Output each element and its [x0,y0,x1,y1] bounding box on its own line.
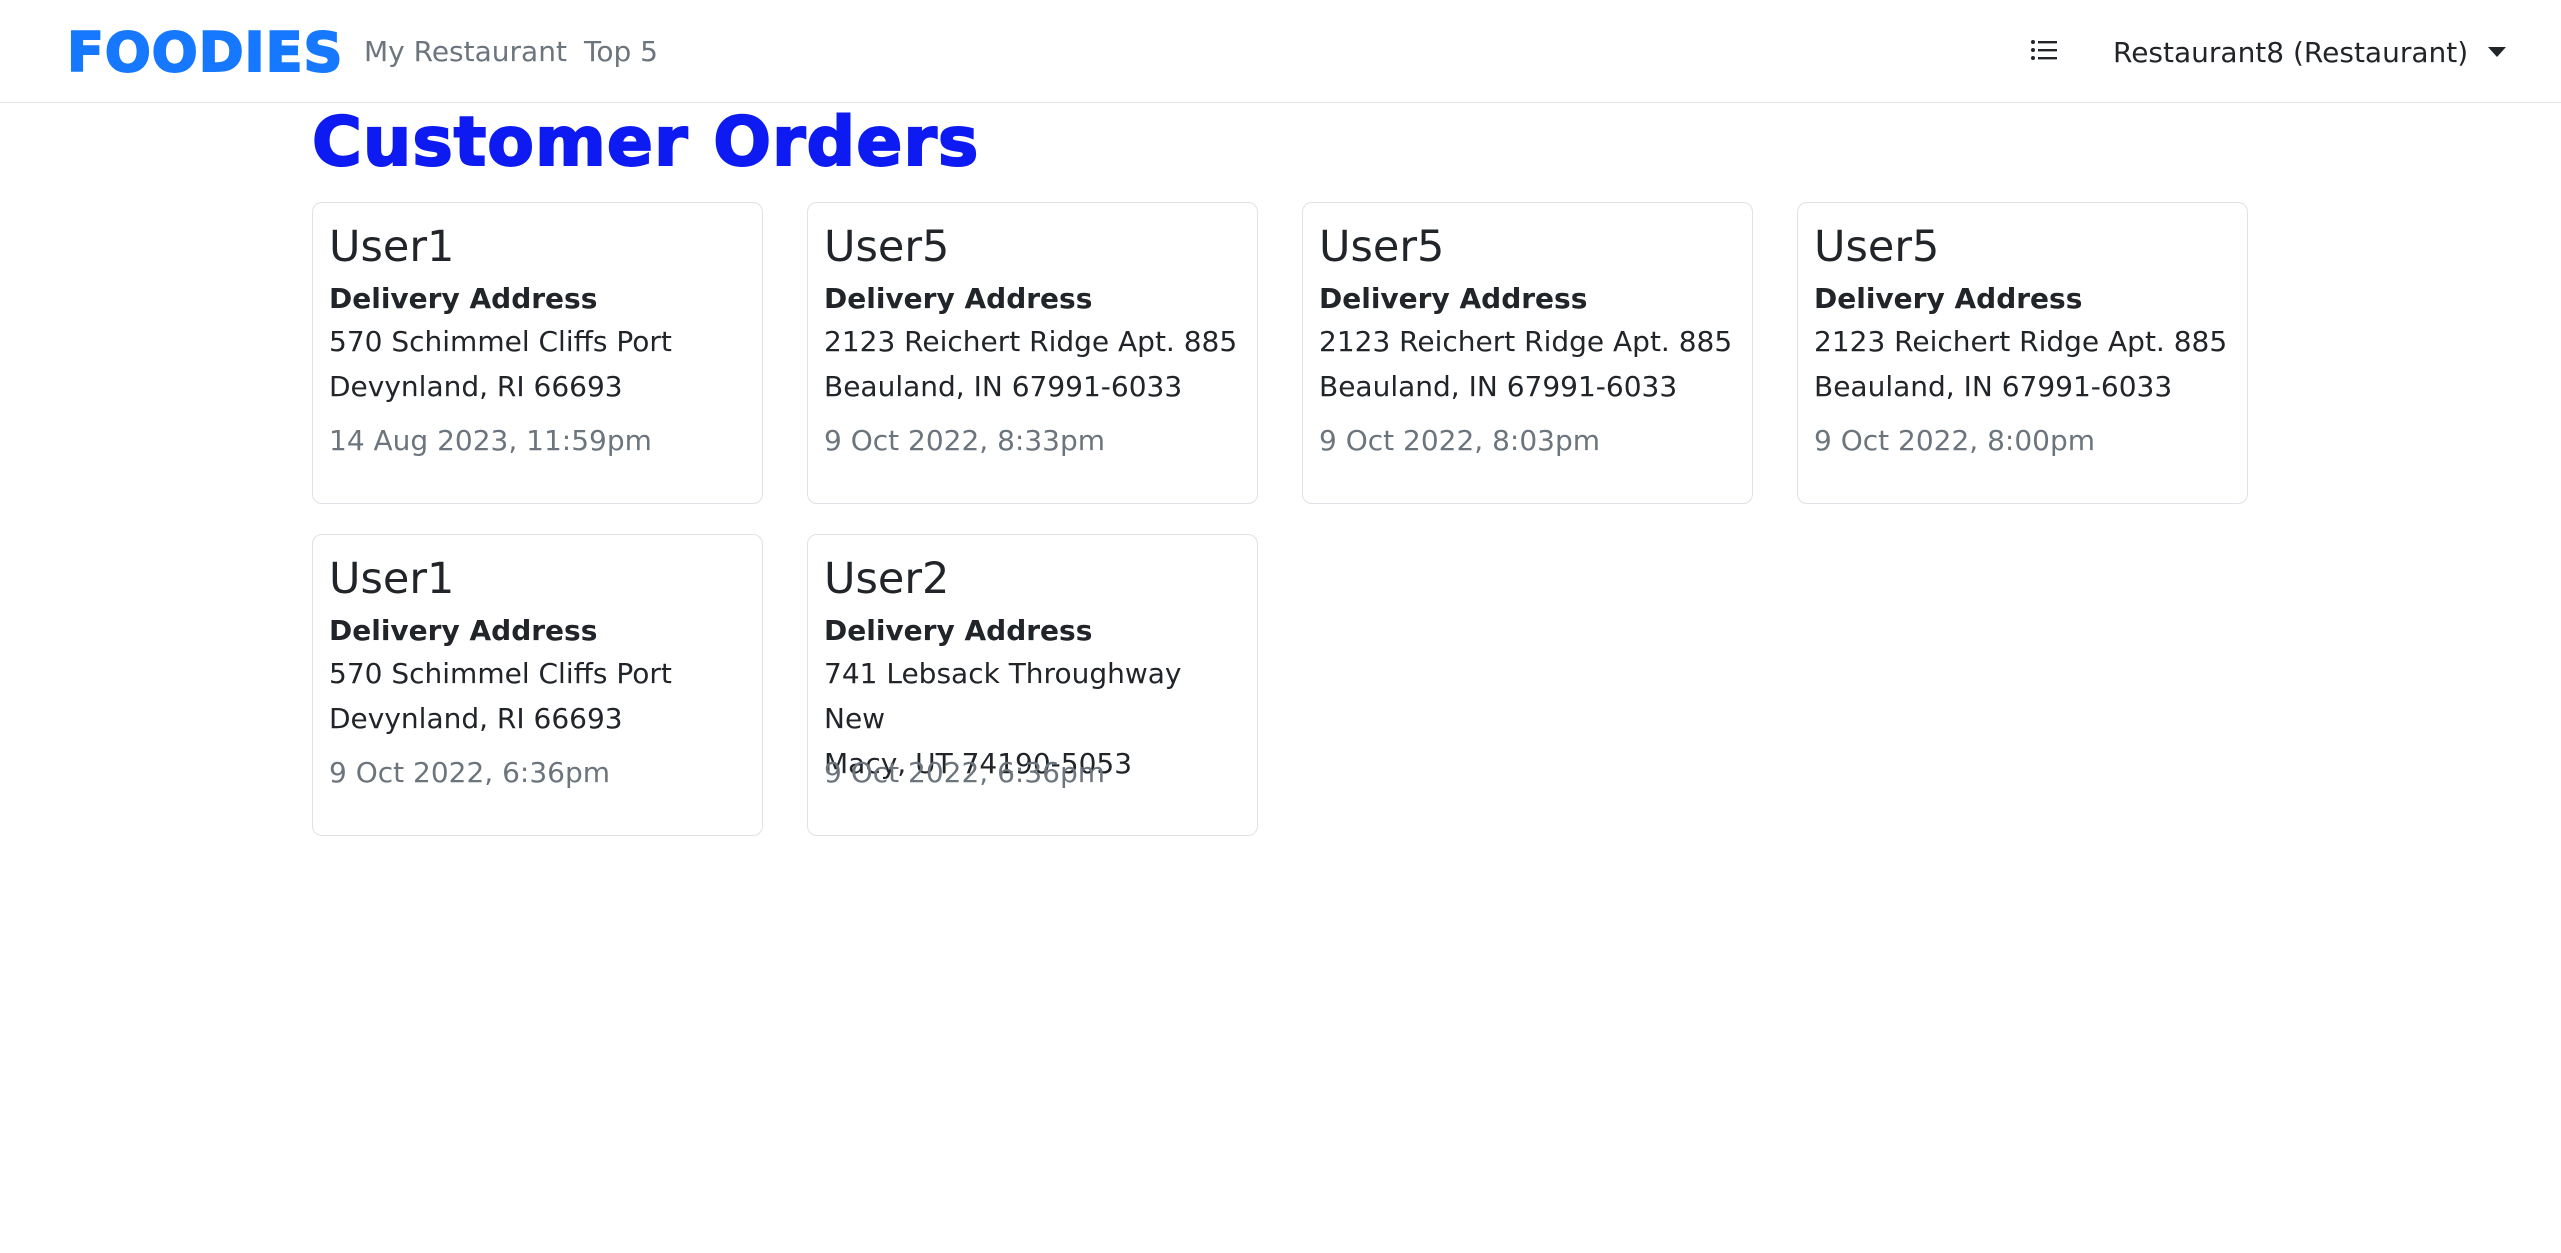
address-line-1: 2123 Reichert Ridge Apt. 885 [824,325,1238,358]
order-user: User5 [1814,222,1940,272]
delivery-address: 2123 Reichert Ridge Apt. 885 Beauland, I… [1319,319,1736,409]
orders-grid: User1 Delivery Address 570 Schimmel Clif… [312,202,2252,836]
delivery-address-label: Delivery Address [824,614,1093,647]
order-date: 9 Oct 2022, 8:03pm [1319,424,1601,457]
delivery-address: 570 Schimmel Cliffs Port Devynland, RI 6… [329,651,746,741]
address-line-1: 570 Schimmel Cliffs Port [329,325,672,358]
order-card[interactable]: User5 Delivery Address 2123 Reichert Rid… [1797,202,2248,504]
delivery-address-label: Delivery Address [329,282,598,315]
nav-link-my-restaurant[interactable]: My Restaurant [364,33,567,71]
order-card[interactable]: User5 Delivery Address 2123 Reichert Rid… [1302,202,1753,504]
delivery-address-label: Delivery Address [1319,282,1588,315]
delivery-address: 570 Schimmel Cliffs Port Devynland, RI 6… [329,319,746,409]
address-line-2: Devynland, RI 66693 [329,702,623,735]
order-user: User1 [329,222,455,272]
order-card[interactable]: User5 Delivery Address 2123 Reichert Rid… [807,202,1258,504]
navbar: FOODIES My Restaurant Top 5 Restaurant8 … [0,0,2561,103]
order-card[interactable]: User1 Delivery Address 570 Schimmel Clif… [312,202,763,504]
delivery-address-label: Delivery Address [329,614,598,647]
page-title: Customer Orders [311,102,980,183]
address-line-2: Devynland, RI 66693 [329,370,623,403]
order-user: User1 [329,554,455,604]
delivery-address: 2123 Reichert Ridge Apt. 885 Beauland, I… [1814,319,2231,409]
user-menu-dropdown[interactable]: Restaurant8 (Restaurant) [2113,34,2507,72]
address-line-2: Beauland, IN 67991-6033 [1814,370,2173,403]
caret-down-icon [2488,47,2507,57]
delivery-address: 2123 Reichert Ridge Apt. 885 Beauland, I… [824,319,1241,409]
address-line-1: 2123 Reichert Ridge Apt. 885 [1319,325,1733,358]
order-date: 9 Oct 2022, 6:36pm [824,756,1106,789]
delivery-address-label: Delivery Address [1814,282,2083,315]
user-menu-label: Restaurant8 (Restaurant) [2113,36,2469,69]
nav-link-top-5[interactable]: Top 5 [584,33,658,71]
order-user: User5 [824,222,950,272]
brand-logo[interactable]: FOODIES [66,21,343,85]
address-line-2: Beauland, IN 67991-6033 [1319,370,1678,403]
delivery-address: 741 Lebsack Throughway New Macy, UT 7419… [824,651,1241,780]
order-date: 14 Aug 2023, 11:59pm [329,424,652,457]
order-date: 9 Oct 2022, 8:00pm [1814,424,2096,457]
order-date: 9 Oct 2022, 6:36pm [329,756,611,789]
order-user: User2 [824,554,950,604]
address-line-1: 741 Lebsack Throughway New [824,657,1182,735]
order-user: User5 [1319,222,1445,272]
address-line-1: 2123 Reichert Ridge Apt. 885 [1814,325,2228,358]
order-card[interactable]: User1 Delivery Address 570 Schimmel Clif… [312,534,763,836]
delivery-address-label: Delivery Address [824,282,1093,315]
list-icon[interactable] [2030,38,2058,62]
order-date: 9 Oct 2022, 8:33pm [824,424,1106,457]
order-card[interactable]: User2 Delivery Address 741 Lebsack Throu… [807,534,1258,836]
address-line-1: 570 Schimmel Cliffs Port [329,657,672,690]
address-line-2: Beauland, IN 67991-6033 [824,370,1183,403]
